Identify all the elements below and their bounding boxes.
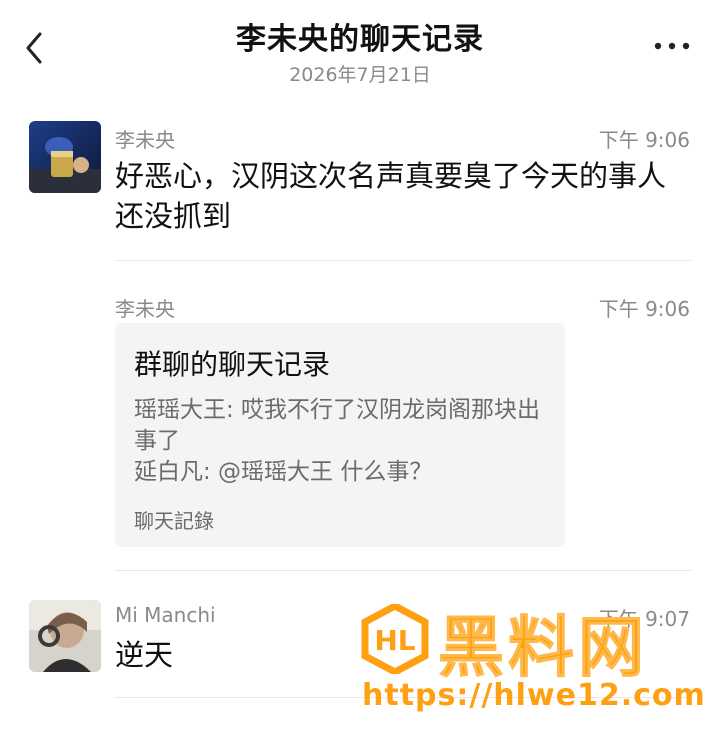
user-avatar-image — [29, 600, 101, 672]
divider — [115, 260, 691, 261]
sender-name: Mi Manchi — [115, 603, 216, 627]
chat-record-card[interactable]: 群聊的聊天记录 瑶瑶大王: 哎我不行了汉阴龙岗阁那块出事了 延白凡: @瑶瑶大王… — [115, 323, 565, 547]
message-time: 下午 9:06 — [598, 297, 690, 321]
sender-name: 李未央 — [115, 128, 175, 152]
chat-record-title: 群聊的聊天记录 — [134, 348, 331, 381]
ellipsis-icon — [654, 42, 690, 50]
chat-record-preview: 瑶瑶大王: 哎我不行了汉阴龙岗阁那块出事了 延白凡: @瑶瑶大王 什么事？ — [134, 395, 554, 488]
watermark: HL 黑料网 https://hlwe12.com — [360, 596, 710, 726]
record-date: 2026年7月21日 — [289, 64, 431, 86]
user-avatar-image — [29, 121, 101, 193]
page-title: 李未央的聊天记录 — [236, 22, 484, 57]
message-text: 好恶心，汉阴这次名声真要臭了今天的事人还没抓到 — [115, 159, 667, 233]
message-time: 下午 9:06 — [598, 128, 690, 152]
avatar[interactable] — [29, 121, 101, 193]
chat-record-label: 聊天記錄 — [134, 509, 214, 533]
more-button[interactable] — [652, 34, 692, 58]
chat-record-header: 李未央的聊天记录 2026年7月21日 — [0, 0, 720, 100]
watermark-url: https://hlwe12.com — [362, 678, 706, 713]
chat-record-line: 瑶瑶大王: 哎我不行了汉阴龙岗阁那块出事了 — [134, 397, 541, 454]
avatar[interactable] — [29, 600, 101, 672]
watermark-brand: 黑料网 — [438, 609, 648, 687]
watermark-logo-icon: HL — [361, 604, 429, 674]
chat-record-line: 延白凡: @瑶瑶大王 什么事？ — [134, 459, 433, 485]
divider — [115, 570, 691, 571]
sender-name: 李未央 — [115, 297, 175, 321]
svg-text:HL: HL — [374, 624, 415, 657]
